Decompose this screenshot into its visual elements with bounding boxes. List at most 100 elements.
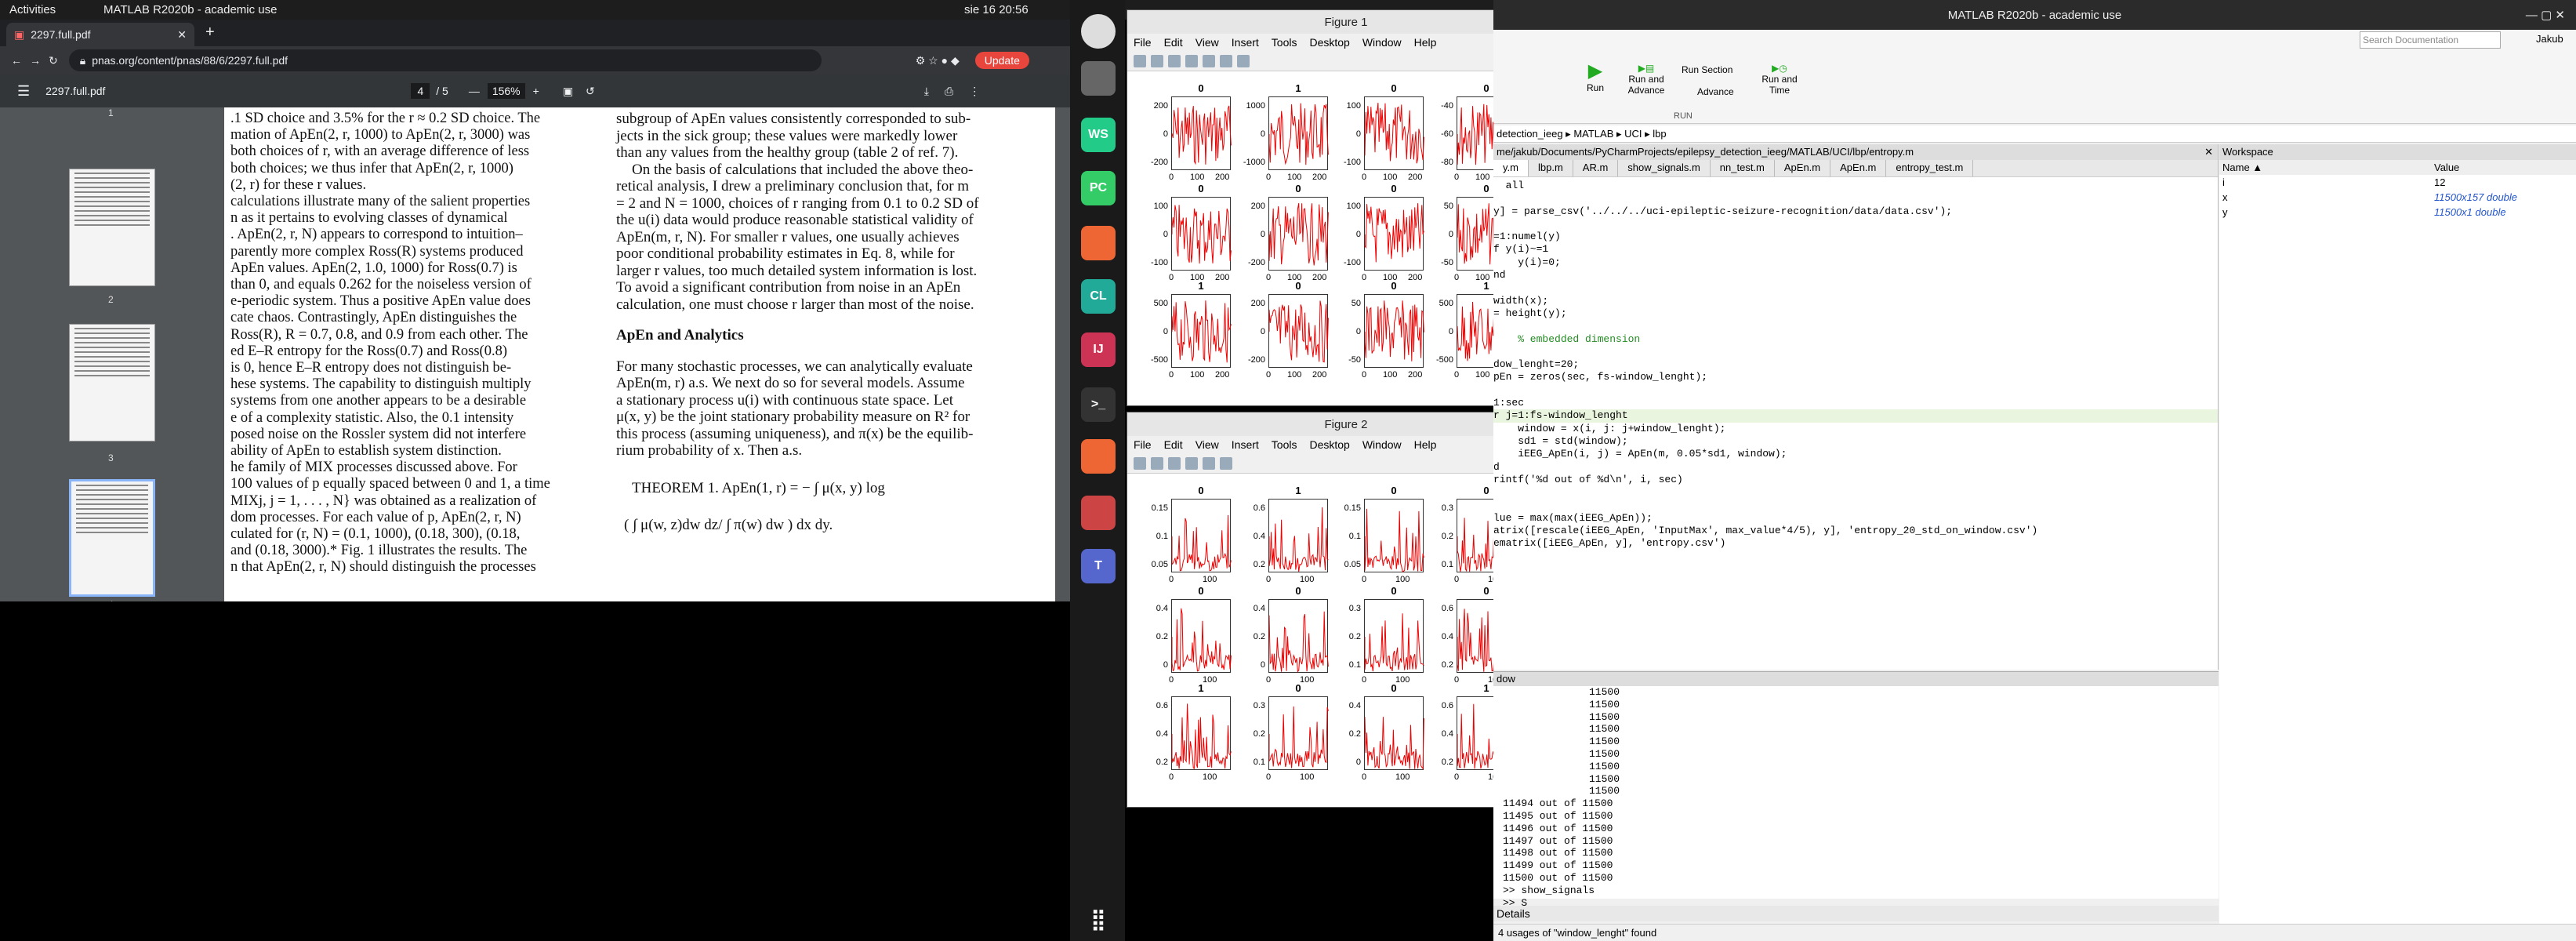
zoom-input[interactable]: 156% [487, 83, 525, 99]
menu-item-desktop[interactable]: Desktop [1309, 36, 1349, 49]
download-icon[interactable]: ⤓ [924, 85, 929, 98]
terminal-icon[interactable]: >_ [1081, 387, 1116, 422]
doc-search-input[interactable]: Search Documentation [2360, 31, 2501, 49]
print-icon[interactable]: ⎙ [945, 85, 953, 98]
clock[interactable]: sie 16 20:56 [964, 3, 1029, 16]
subplot-axes[interactable]: 0 0.4 0.2 0 0 100 [1156, 585, 1232, 685]
page-input[interactable]: 4 [411, 83, 430, 99]
clion-icon[interactable]: CL [1081, 279, 1116, 314]
editor-tab[interactable]: y.m [1493, 160, 1529, 176]
workspace-row[interactable]: x 11500x157 double [2219, 190, 2576, 205]
subplot-axes[interactable]: 0 100 0 -100 0 100 200 [1344, 183, 1424, 282]
workspace-row[interactable]: y 11500x1 double [2219, 205, 2576, 220]
subplot-axes[interactable]: 00.30.20.10100 [1349, 585, 1424, 685]
subplot-axes[interactable]: 00.30.20.10100 [1254, 682, 1329, 782]
webstorm-icon[interactable]: WS [1081, 118, 1116, 152]
close-icon[interactable]: ✕ [177, 28, 187, 42]
subplot-axes[interactable]: 0 200 0 -200 0 100 200 [1248, 183, 1329, 282]
code-area[interactable]: all y] = parse_csv('../../../uci-epilepti… [1493, 177, 2218, 550]
subplot-axes[interactable]: 0 200 0 -200 0 100 200 [1151, 82, 1232, 182]
fit-icon[interactable]: ▣ [563, 85, 573, 98]
back-icon[interactable]: ← [11, 54, 22, 67]
command-window[interactable]: dow 11500 11500 11500 11500 11500 11500 11500 1… [1493, 671, 2219, 909]
print-icon[interactable] [1185, 456, 1198, 470]
menu-item-file[interactable]: File [1134, 36, 1152, 49]
menu-item-edit[interactable]: Edit [1164, 36, 1183, 49]
advance-button[interactable]: Advance [1697, 86, 1734, 97]
editor-tab[interactable]: entropy_test.m [1886, 160, 1974, 176]
menu-item-tools[interactable]: Tools [1272, 36, 1297, 49]
files-icon[interactable] [1081, 61, 1116, 96]
menu-item-insert[interactable]: Insert [1232, 438, 1259, 451]
editor-tab[interactable]: ApEn.m [1830, 160, 1887, 176]
new-icon[interactable] [1134, 54, 1146, 67]
menu-item-window[interactable]: Window [1362, 36, 1402, 49]
browser-tab[interactable]: ▣ 2297.full.pdf ✕ [6, 23, 194, 46]
menu-item-view[interactable]: View [1195, 36, 1219, 49]
zoom-out-button[interactable]: — [469, 85, 480, 97]
pycharm-icon[interactable]: PC [1081, 171, 1116, 205]
menu-item-view[interactable]: View [1195, 438, 1219, 451]
editor-tab[interactable]: nn_test.m [1711, 160, 1775, 176]
col-value[interactable]: Value [2431, 160, 2576, 175]
subplot-axes[interactable]: 0 0.15 0.1 0.05 0 100 [1344, 485, 1424, 584]
more-icon[interactable]: ⋮ [969, 85, 980, 98]
run-advance-button[interactable]: ▶▤ Run and Advance [1619, 63, 1674, 96]
extensions-icon[interactable]: ⚙ ☆ ● ◆ [916, 54, 960, 67]
subplot-axes[interactable]: 1 0.6 0.4 0.20 100 [1156, 682, 1232, 782]
page-thumbnail-3[interactable] [69, 324, 155, 441]
editor-tab[interactable]: lbp.m [1529, 160, 1573, 176]
menu-item-edit[interactable]: Edit [1164, 438, 1183, 451]
app-menu[interactable]: MATLAB R2020b - academic use [103, 3, 278, 16]
subplot-axes[interactable]: 1 1000 0 -1000 0 100 200 [1243, 82, 1329, 182]
subplot-axes[interactable]: 0 0.15 0.1 0.05 0 100 [1152, 485, 1232, 584]
intellij-icon[interactable]: IJ [1081, 332, 1116, 367]
subplot-axes[interactable]: 0 100 0 -100 0 100 200 [1344, 82, 1424, 182]
user-menu[interactable]: Jakub [2536, 33, 2563, 45]
activities-button[interactable]: Activities [9, 3, 96, 16]
save-icon[interactable] [1168, 456, 1181, 470]
editor-tab[interactable]: ApEn.m [1775, 160, 1831, 176]
matlab-icon[interactable] [1081, 226, 1116, 260]
menu-icon[interactable]: ☰ [17, 83, 30, 100]
subplot-axes[interactable]: 0 200 0 -200 0 100 200 [1248, 280, 1329, 380]
chrome-icon[interactable] [1081, 14, 1116, 49]
print-icon[interactable] [1185, 54, 1198, 67]
menu-item-insert[interactable]: Insert [1232, 36, 1259, 49]
url-input[interactable]: 🔒︎ pnas.org/content/pnas/88/6/2297.full.p… [68, 49, 822, 71]
matlab-active-icon[interactable] [1081, 439, 1116, 474]
reload-icon[interactable]: ↻ [49, 54, 58, 67]
menu-item-tools[interactable]: Tools [1272, 438, 1297, 451]
zoom-icon[interactable] [1203, 456, 1215, 470]
close-icon[interactable]: ✕ [2204, 146, 2213, 158]
col-name[interactable]: Name ▲ [2219, 160, 2431, 175]
page-thumbnail-2[interactable] [69, 169, 155, 286]
pan-icon[interactable] [1220, 456, 1232, 470]
workspace-row[interactable]: i 12 [2219, 175, 2576, 190]
datacursor-icon[interactable] [1237, 54, 1250, 67]
zoom-in-button[interactable]: + [533, 85, 539, 97]
save-icon[interactable] [1168, 54, 1181, 67]
menu-item-desktop[interactable]: Desktop [1309, 438, 1349, 451]
screenshot-icon[interactable] [1081, 496, 1116, 530]
current-folder-bar[interactable]: detection_ieeg ▸ MATLAB ▸ UCI ▸ lbp [1493, 125, 2576, 143]
subplot-axes[interactable]: 0 100 0 -100 0 100 200 [1151, 183, 1232, 282]
forward-icon[interactable]: → [30, 54, 41, 67]
open-icon[interactable] [1151, 54, 1163, 67]
subplot-axes[interactable]: 0 0.4 0.2 0 0 100 [1349, 682, 1424, 782]
teams-icon[interactable]: T [1081, 549, 1116, 583]
subplot-axes[interactable]: 0500-500100200 [1348, 280, 1424, 380]
subplot-axes[interactable]: 15000-5000100200 [1151, 280, 1232, 380]
window-controls[interactable]: — ▢ ✕ [2526, 8, 2565, 22]
details-panel[interactable]: Details [1493, 906, 2219, 921]
apps-grid-icon[interactable]: ⣿ [1081, 902, 1116, 936]
new-icon[interactable] [1134, 456, 1146, 470]
run-button[interactable]: ▶ Run [1580, 60, 1611, 93]
editor-tab[interactable]: show_signals.m [1618, 160, 1711, 176]
open-icon[interactable] [1151, 456, 1163, 470]
update-button[interactable]: Update [974, 52, 1029, 69]
page-thumbnail-4[interactable] [69, 479, 155, 597]
subplot-axes[interactable]: 1 0.6 0.4 0.20 100 [1254, 485, 1329, 584]
rotate-icon[interactable]: ↺ [586, 85, 595, 98]
editor-tab[interactable]: AR.m [1573, 160, 1619, 176]
